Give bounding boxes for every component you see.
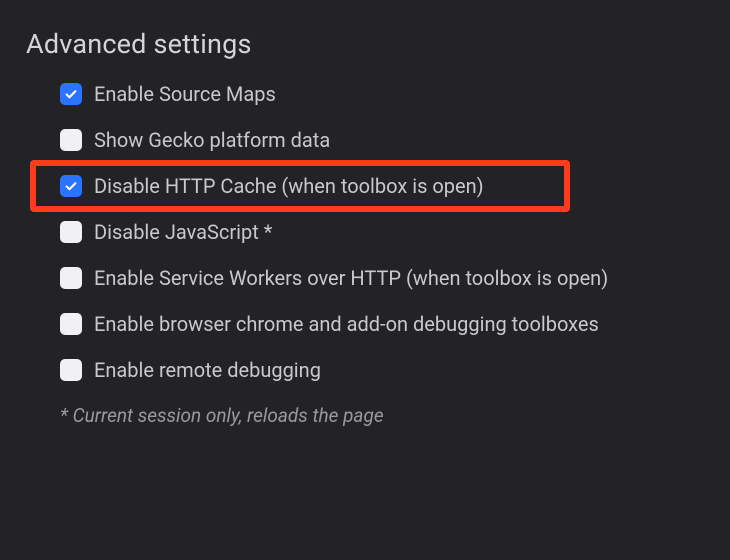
option-enable-remote-debugging[interactable]: Enable remote debugging [60, 358, 704, 382]
option-enable-source-maps[interactable]: Enable Source Maps [60, 82, 704, 106]
check-icon [64, 87, 78, 101]
option-label[interactable]: Enable Service Workers over HTTP (when t… [94, 266, 608, 290]
option-show-gecko-platform-data[interactable]: Show Gecko platform data [60, 128, 704, 152]
option-enable-browser-chrome-debugging[interactable]: Enable browser chrome and add-on debuggi… [60, 312, 704, 336]
checkbox-enable-source-maps[interactable] [60, 83, 82, 105]
checkbox-enable-service-workers-http[interactable] [60, 267, 82, 289]
checkbox-enable-remote-debugging[interactable] [60, 359, 82, 381]
option-label[interactable]: Disable JavaScript * [94, 220, 272, 244]
option-label[interactable]: Disable HTTP Cache (when toolbox is open… [94, 174, 484, 198]
option-label[interactable]: Show Gecko platform data [94, 128, 330, 152]
checkbox-enable-browser-chrome-debugging[interactable] [60, 313, 82, 335]
option-label[interactable]: Enable Source Maps [94, 82, 276, 106]
option-label[interactable]: Enable browser chrome and add-on debuggi… [94, 312, 599, 336]
section-title: Advanced settings [26, 28, 704, 60]
option-disable-javascript[interactable]: Disable JavaScript * [60, 220, 704, 244]
option-disable-http-cache[interactable]: Disable HTTP Cache (when toolbox is open… [60, 174, 704, 198]
option-enable-service-workers-http[interactable]: Enable Service Workers over HTTP (when t… [60, 266, 704, 290]
options-list: Enable Source Maps Show Gecko platform d… [26, 82, 704, 427]
check-icon [64, 179, 78, 193]
checkbox-show-gecko-platform-data[interactable] [60, 129, 82, 151]
checkbox-disable-javascript[interactable] [60, 221, 82, 243]
checkbox-disable-http-cache[interactable] [60, 175, 82, 197]
option-label[interactable]: Enable remote debugging [94, 358, 321, 382]
footnote: * Current session only, reloads the page [60, 404, 704, 427]
